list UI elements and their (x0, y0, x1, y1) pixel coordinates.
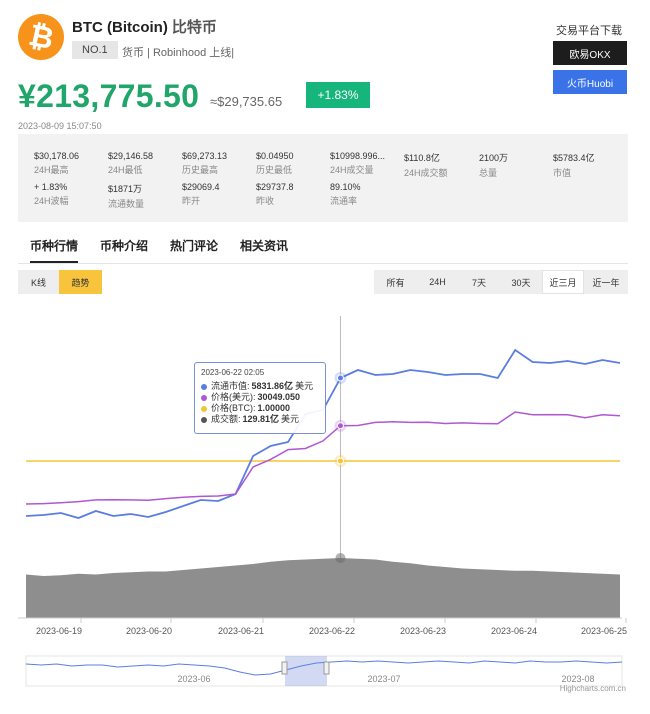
hover-marker (336, 374, 344, 382)
stat-item: $110.8亿 24H成交额 (404, 153, 448, 178)
tooltip-row: 流通市值: 5831.86亿 美元 (201, 381, 319, 392)
stat-item: $30,178.06 24H最高 (34, 151, 80, 175)
trend-button[interactable]: 趋势 (59, 270, 102, 294)
series-dot-icon (201, 394, 207, 401)
navigator-handle (323, 661, 330, 675)
hover-marker (336, 422, 344, 430)
update-time: 2023-08-09 15:07:50 (18, 121, 102, 131)
stat-item: $29,146.58 24H最低 (108, 151, 154, 175)
stat-item: 2100万 总量 (479, 153, 509, 178)
series-dot-icon (201, 416, 207, 423)
x-tick-label: 2023-06-19 (36, 626, 82, 636)
range-24h[interactable]: 24H (417, 270, 458, 294)
chart-credit: Highcharts.com.cn (559, 684, 626, 693)
hover-halo (335, 553, 346, 563)
stat-item: $69,273.13 历史最高 (182, 151, 228, 175)
price-cny: ¥213,775.50 (18, 78, 200, 114)
huobi-download-button[interactable]: 火币Huobi (553, 70, 627, 94)
navigator-tick-label: 2023-07 (367, 674, 400, 684)
stats-panel: $30,178.06 24H最高 $29,146.58 24H最低 $69,273.… (18, 134, 628, 222)
tab-news[interactable]: 相关资讯 (240, 237, 288, 254)
range-7d[interactable]: 7天 (458, 270, 500, 294)
coin-meta: 货币 | Robinhood 上线| (122, 47, 235, 59)
x-tick-label: 2023-06-25 (581, 626, 627, 636)
tooltip-row: 价格(BTC): 1.00000 (201, 403, 319, 414)
chart-tooltip: 2023-06-22 02:05 流通市值: 5831.86亿 美元 价格(美元):… (194, 362, 326, 434)
tooltip-row: 价格(美元): 30049.050 (201, 392, 319, 403)
navigator-selection (285, 656, 327, 686)
x-tick-label: 2023-06-22 (309, 626, 355, 636)
change-badge: +1.83% (306, 82, 370, 108)
stat-item: $5783.4亿 市值 (553, 153, 595, 178)
coin-cn-name: 比特币 (171, 19, 217, 36)
range-1y[interactable]: 近一年 (584, 270, 628, 294)
bitcoin-logo-icon: ₿ (18, 14, 64, 60)
tooltip-row: 成交额: 129.81亿 美元 (201, 414, 319, 425)
coin-name: BTC (Bitcoin) (72, 19, 168, 36)
series-dot-icon (201, 383, 207, 390)
tooltip-time: 2023-06-22 02:05 (201, 368, 265, 377)
stat-item: $29737.8 昨收 (256, 182, 294, 206)
stat-item: $10998.996... 24H成交量 (330, 151, 386, 175)
tab-comments[interactable]: 热门评论 (170, 237, 218, 254)
navigator-tick-label: 2023-08 (561, 674, 594, 684)
stat-item: $0.04950 历史最低 (256, 151, 294, 175)
x-tick-label: 2023-06-21 (218, 626, 264, 636)
range-3m[interactable]: 近三月 (542, 270, 584, 294)
x-tick-label: 2023-06-20 (126, 626, 172, 636)
range-selector: 所有 24H 7天 30天 近三月 近一年 (374, 270, 628, 294)
navigator-handle (281, 661, 288, 675)
tab-market[interactable]: 币种行情 (30, 237, 79, 263)
price-usd: ≈$29,735.65 (210, 94, 283, 109)
stat-item: $29069.4 昨开 (182, 182, 220, 206)
coin-title: BTC (Bitcoin) 比特币 (72, 16, 217, 37)
series-dot-icon (201, 405, 207, 412)
kline-button[interactable]: K线 (18, 270, 59, 294)
hover-marker (336, 457, 344, 465)
volume-area (26, 558, 620, 618)
range-all[interactable]: 所有 (374, 270, 417, 294)
download-title: 交易平台下载 (556, 25, 622, 37)
stat-item: + 1.83% 24H波幅 (34, 182, 69, 206)
rank-badge: NO.1 (72, 41, 118, 59)
range-30d[interactable]: 30天 (500, 270, 542, 294)
detail-tabs: 币种行情 币种介绍 热门评论 相关资讯 (18, 234, 628, 264)
stat-item: 89.10% 流通率 (330, 182, 361, 206)
x-tick-label: 2023-06-23 (400, 626, 446, 636)
tab-intro[interactable]: 币种介绍 (100, 237, 148, 254)
okx-download-button[interactable]: 欧易OKX (553, 41, 627, 65)
stat-item: $1871万 流通数量 (108, 184, 145, 209)
navigator-tick-label: 2023-06 (177, 674, 210, 684)
x-tick-label: 2023-06-24 (491, 626, 537, 636)
